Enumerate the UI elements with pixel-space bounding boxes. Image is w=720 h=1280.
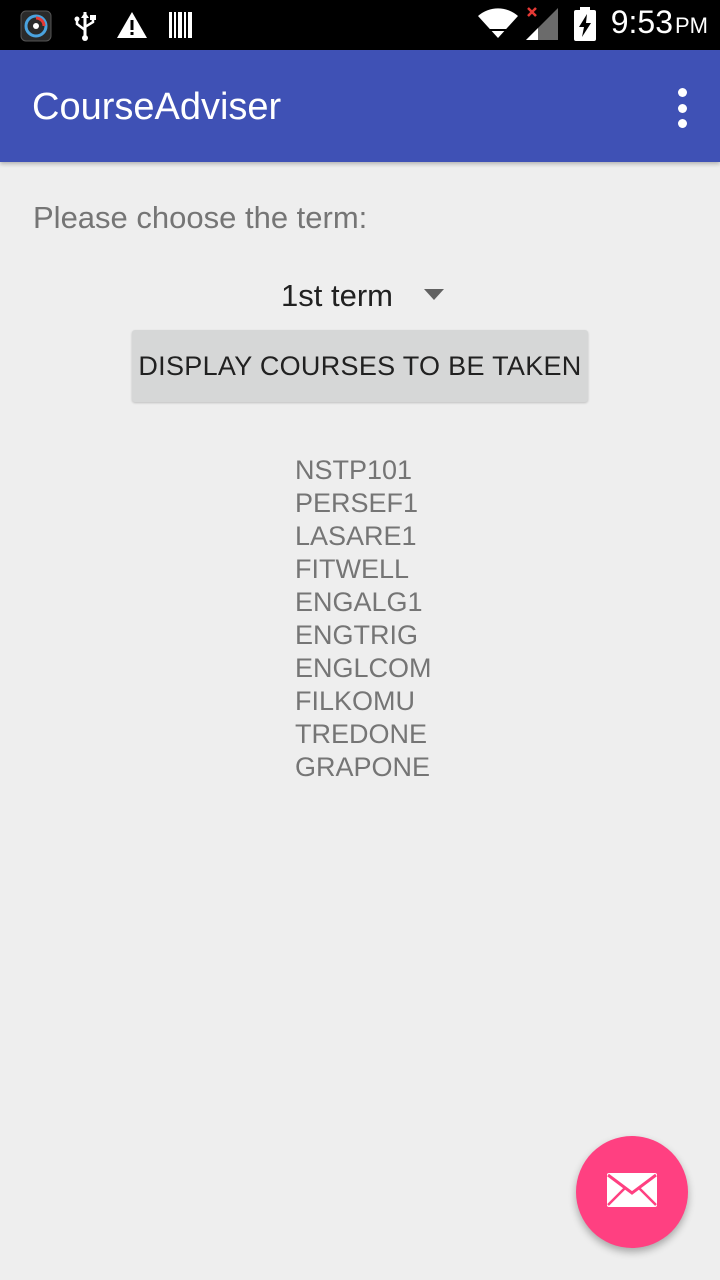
course-item: ENGTRIG <box>295 620 419 650</box>
email-fab-button[interactable] <box>576 1136 688 1248</box>
overflow-menu-icon[interactable] <box>670 88 694 128</box>
warning-icon <box>116 10 148 45</box>
course-item: FITWELL <box>295 554 410 584</box>
signal-icon <box>524 6 562 47</box>
display-courses-button[interactable]: DISPLAY COURSES TO BE TAKEN <box>132 330 588 402</box>
course-item: NSTP101 <box>295 455 413 485</box>
app-title: CourseAdviser <box>32 86 282 128</box>
course-item: FILKOMU <box>295 686 416 716</box>
dropdown-arrow-icon <box>424 289 444 300</box>
course-item: LASARE1 <box>295 521 417 551</box>
barcode-icon <box>168 10 194 45</box>
time-ampm: PM <box>675 13 708 38</box>
course-list: NSTP101 PERSEF1 LASARE1 FITWELL ENGALG1 … <box>295 454 432 784</box>
course-item: GRAPONE <box>295 752 431 782</box>
course-item: TREDONE <box>295 719 428 749</box>
status-bar: 9:53PM <box>0 0 720 50</box>
wifi-icon <box>476 8 520 45</box>
usb-icon <box>72 10 98 47</box>
time-value: 9:53 <box>610 4 673 40</box>
status-bar-time: 9:53PM <box>611 4 708 41</box>
course-item: ENGLCOM <box>295 653 432 683</box>
term-selected-value: 1st term <box>281 278 393 313</box>
app-notification-icon <box>20 10 52 47</box>
term-spinner[interactable]: 1st term <box>270 272 460 320</box>
course-item: ENGALG1 <box>295 587 423 617</box>
course-item: PERSEF1 <box>295 488 419 518</box>
battery-charging-icon <box>572 6 598 47</box>
app-bar: CourseAdviser <box>0 50 720 162</box>
email-icon <box>606 1172 658 1213</box>
term-prompt-label: Please choose the term: <box>33 200 368 235</box>
